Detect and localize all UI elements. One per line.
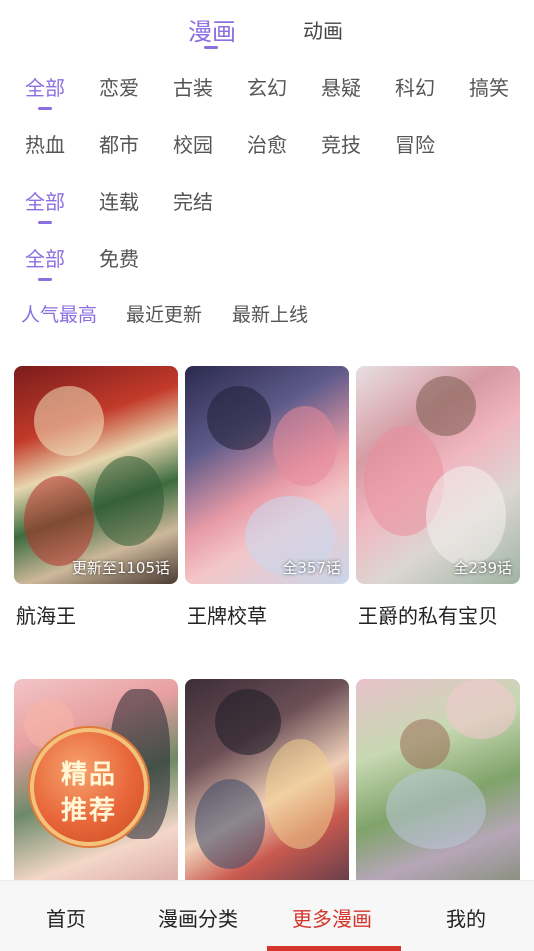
nav-mine[interactable]: 我的 [446, 903, 486, 932]
genre-scifi[interactable]: 科幻 [395, 72, 435, 101]
top-tab-bar: 漫画 动画 [0, 0, 534, 58]
nav-home[interactable]: 首页 [46, 903, 86, 932]
price-all[interactable]: 全部 [25, 243, 65, 272]
nav-more-comics[interactable]: 更多漫画 [292, 903, 372, 932]
tab-comics[interactable]: 漫画 [188, 12, 236, 47]
price-filter-row: 全部 免费 [0, 243, 534, 283]
genre-urban[interactable]: 都市 [99, 129, 139, 158]
featured-badge-line2: 推荐 [60, 796, 117, 826]
genre-all-indicator [38, 107, 52, 110]
comic-episode-badge: 更新至1105话 [71, 559, 170, 577]
comic-title: 航海王 [16, 604, 76, 628]
comic-cover[interactable]: 更新至1105话 [14, 366, 178, 584]
genre-romance[interactable]: 恋爱 [99, 72, 139, 101]
featured-badge-line1: 精品 [60, 760, 117, 790]
status-completed[interactable]: 完结 [173, 186, 213, 215]
sort-row: 人气最高 最近更新 最新上线 [0, 300, 534, 330]
genre-mystery[interactable]: 悬疑 [321, 72, 361, 101]
comic-title: 王爵的私有宝贝 [358, 604, 498, 628]
genre-competition[interactable]: 竞技 [321, 129, 361, 158]
price-all-indicator [38, 278, 52, 281]
genre-filter-row-2: 热血 都市 校园 治愈 竞技 冒险 [0, 129, 534, 169]
genre-fantasy[interactable]: 玄幻 [247, 72, 287, 101]
comic-cover[interactable]: 全239话 [356, 366, 520, 584]
comic-cover[interactable]: 全357话 [185, 366, 349, 584]
comic-title: 王牌校草 [187, 604, 267, 628]
genre-adventure[interactable]: 冒险 [395, 129, 435, 158]
sort-recently-updated[interactable]: 最近更新 [126, 300, 202, 327]
comic-episode-badge: 全357话 [282, 559, 341, 577]
genre-filter-row-1: 全部 恋爱 古装 玄幻 悬疑 科幻 搞笑 [0, 72, 534, 112]
genre-healing[interactable]: 治愈 [247, 129, 287, 158]
status-filter-row: 全部 连载 完结 [0, 186, 534, 226]
comic-episode-badge: 全239话 [453, 559, 512, 577]
featured-recommend-badge[interactable]: 精品 推荐 [30, 728, 148, 846]
sort-newest[interactable]: 最新上线 [232, 300, 308, 327]
genre-comedy[interactable]: 搞笑 [469, 72, 509, 101]
sort-popular[interactable]: 人气最高 [21, 300, 97, 327]
status-all-indicator [38, 221, 52, 224]
status-ongoing[interactable]: 连载 [99, 186, 139, 215]
price-free[interactable]: 免费 [99, 243, 139, 272]
comic-cover[interactable] [185, 679, 349, 897]
comic-cover[interactable] [356, 679, 520, 897]
genre-hotblood[interactable]: 热血 [25, 129, 65, 158]
status-all[interactable]: 全部 [25, 186, 65, 215]
tab-animation[interactable]: 动画 [303, 15, 343, 44]
tab-comics-indicator [204, 46, 218, 49]
nav-comic-categories[interactable]: 漫画分类 [158, 903, 238, 932]
nav-active-indicator [267, 946, 401, 951]
genre-campus[interactable]: 校园 [173, 129, 213, 158]
bottom-nav: 首页 漫画分类 更多漫画 我的 [0, 880, 534, 951]
genre-all[interactable]: 全部 [25, 72, 65, 101]
genre-ancient[interactable]: 古装 [173, 72, 213, 101]
